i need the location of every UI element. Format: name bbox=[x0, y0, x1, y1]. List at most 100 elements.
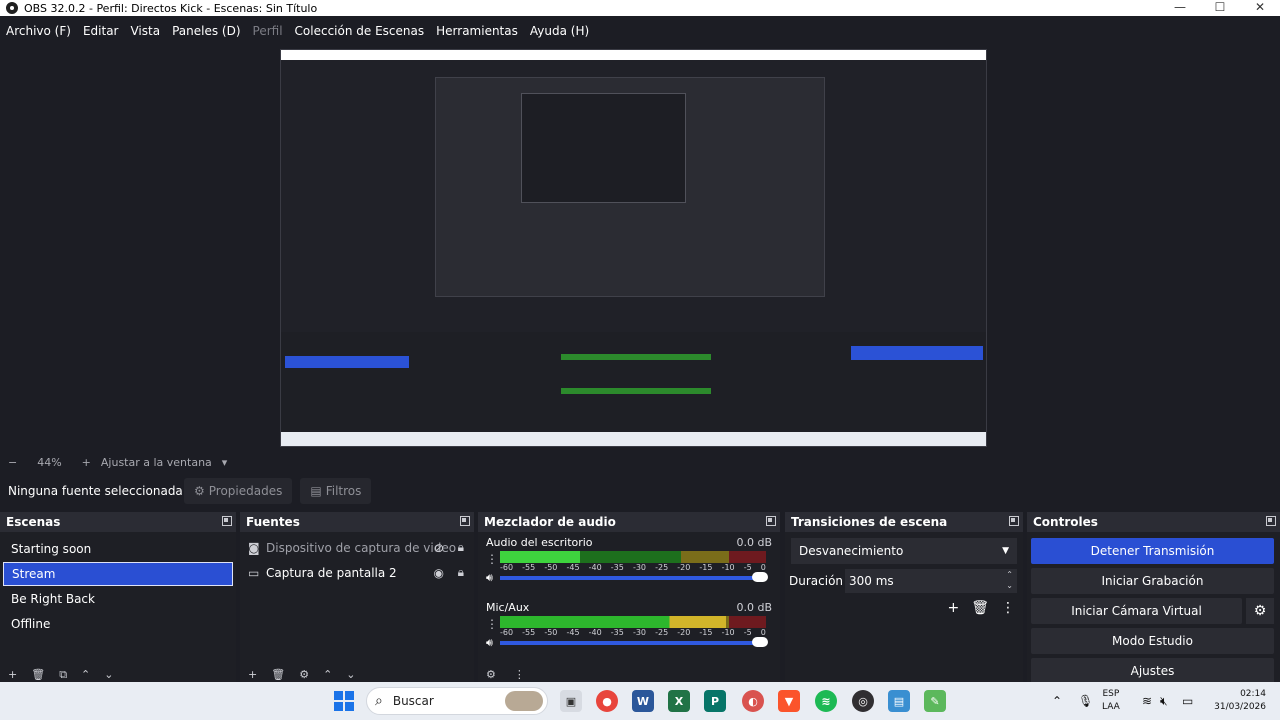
editor-icon[interactable]: ✎ bbox=[924, 690, 946, 712]
eye-icon[interactable]: ◉ bbox=[434, 566, 444, 580]
mixer-settings-icon[interactable]: ⚙ bbox=[486, 668, 496, 682]
word-icon[interactable]: W bbox=[632, 690, 654, 712]
move-source-down-button[interactable]: ⌄ bbox=[346, 668, 355, 682]
kebab-menu-icon[interactable]: ⋮ bbox=[1001, 600, 1015, 616]
meter-tick-label: -10 bbox=[721, 563, 735, 572]
spotify-icon[interactable]: ≋ bbox=[815, 690, 837, 712]
preview-nested-taskbar bbox=[281, 432, 986, 446]
maximize-button[interactable]: ☐ bbox=[1200, 0, 1240, 16]
menu-archivo[interactable]: Archivo (F) bbox=[6, 24, 71, 38]
menu-ayuda[interactable]: Ayuda (H) bbox=[530, 24, 589, 38]
trash-icon[interactable]: 🗑︎ bbox=[971, 600, 989, 616]
plus-icon[interactable]: + bbox=[947, 600, 959, 616]
menu-herramientas[interactable]: Herramientas bbox=[436, 24, 518, 38]
properties-button[interactable]: ⚙ Propiedades bbox=[184, 478, 293, 504]
clock-time: 02:14 bbox=[1240, 689, 1266, 699]
spinner-icon[interactable]: ⌃ ⌄ bbox=[1006, 569, 1013, 591]
task-view-icon[interactable]: ▣ bbox=[560, 690, 582, 712]
settings-button[interactable]: Ajustes bbox=[1031, 658, 1274, 684]
microphone-icon[interactable]: 🎙︎ bbox=[1078, 682, 1093, 720]
source-label: Captura de pantalla 2 bbox=[266, 565, 397, 580]
add-scene-button[interactable]: + bbox=[8, 668, 17, 682]
obs-icon[interactable]: ◎ bbox=[852, 690, 874, 712]
lock-icon[interactable]: 🔒︎ bbox=[458, 540, 464, 555]
taskbar-search[interactable]: ⌕ Buscar bbox=[366, 687, 548, 715]
chrome-icon[interactable]: ● bbox=[596, 690, 618, 712]
remove-source-button[interactable]: 🗑 bbox=[271, 668, 285, 682]
battery-icon[interactable]: ▭ bbox=[1182, 682, 1193, 720]
source-properties-button[interactable]: ⚙ bbox=[299, 668, 309, 682]
tray-chevron-icon[interactable]: ⌃ bbox=[1052, 682, 1062, 720]
source-item-screen-capture[interactable]: ▭ Captura de pantalla 2 ◉ 🔒︎ bbox=[240, 560, 474, 585]
scene-item-starting-soon[interactable]: Starting soon bbox=[3, 537, 233, 561]
meter-tick-label: -30 bbox=[632, 563, 647, 572]
start-virtual-cam-button[interactable]: Iniciar Cámara Virtual bbox=[1031, 598, 1242, 624]
eye-slash-icon[interactable]: ⊘ bbox=[434, 541, 444, 555]
kebab-menu-icon[interactable]: ⋮ bbox=[486, 552, 500, 566]
remove-scene-button[interactable]: 🗑 bbox=[31, 668, 45, 682]
kebab-menu-icon[interactable]: ⋮ bbox=[514, 668, 525, 682]
zoom-out-button[interactable]: − bbox=[8, 456, 17, 469]
scene-item-be-right-back[interactable]: Be Right Back bbox=[3, 587, 233, 611]
meter-tick-label: -15 bbox=[699, 628, 713, 637]
slider-knob[interactable] bbox=[752, 637, 768, 647]
volume-slider[interactable] bbox=[500, 637, 768, 647]
excel-icon[interactable]: X bbox=[668, 690, 690, 712]
undock-icon[interactable] bbox=[1009, 516, 1019, 526]
clock[interactable]: 02:14 31/03/2026 bbox=[1206, 688, 1266, 714]
minimize-button[interactable]: — bbox=[1160, 0, 1200, 16]
lock-icon[interactable]: 🔒︎ bbox=[458, 565, 464, 580]
undock-icon[interactable] bbox=[1266, 516, 1276, 526]
chevron-down-icon: ▼ bbox=[1002, 546, 1009, 556]
move-scene-up-button[interactable]: ⌃ bbox=[81, 668, 90, 682]
duration-input[interactable]: 300 ms ⌃ ⌄ bbox=[845, 569, 1017, 593]
duration-value: 300 ms bbox=[849, 574, 894, 588]
speaker-icon[interactable]: 🔊︎ bbox=[486, 571, 500, 585]
filters-button[interactable]: ▤ Filtros bbox=[300, 478, 372, 504]
slider-knob[interactable] bbox=[752, 572, 768, 582]
app-icon[interactable]: ◐ bbox=[742, 690, 764, 712]
gear-icon[interactable]: ⚙ bbox=[1246, 598, 1274, 624]
scene-item-offline[interactable]: Offline bbox=[3, 612, 233, 636]
screen-tool-icon[interactable]: ▤ bbox=[888, 690, 910, 712]
undock-icon[interactable] bbox=[222, 516, 232, 526]
undock-icon[interactable] bbox=[460, 516, 470, 526]
source-item-video-capture[interactable]: ◙ Dispositivo de captura de video ⊘ 🔒︎ bbox=[240, 535, 474, 560]
add-source-button[interactable]: + bbox=[248, 668, 257, 682]
move-scene-down-button[interactable]: ⌄ bbox=[104, 668, 113, 682]
channel-db: 0.0 dB bbox=[736, 601, 772, 614]
chevron-down-icon[interactable]: ▾ bbox=[222, 456, 228, 469]
wifi-icon[interactable]: ≋ bbox=[1142, 682, 1152, 720]
mixer-channel-mic: Mic/Aux 0.0 dB ⋮ -60 -55 -50 -45 -40 -35 -30 -2… bbox=[478, 597, 780, 661]
zoom-in-button[interactable]: + bbox=[82, 456, 91, 469]
publisher-icon[interactable]: P bbox=[704, 690, 726, 712]
move-source-up-button[interactable]: ⌃ bbox=[323, 668, 332, 682]
studio-mode-button[interactable]: Modo Estudio bbox=[1031, 628, 1274, 654]
kebab-menu-icon[interactable]: ⋮ bbox=[486, 617, 500, 631]
menu-perfil[interactable]: Perfil bbox=[253, 24, 283, 38]
duration-label: Duración bbox=[789, 574, 844, 588]
volume-slider[interactable] bbox=[500, 572, 768, 582]
start-recording-button[interactable]: Iniciar Grabación bbox=[1031, 568, 1274, 594]
menu-coleccion-escenas[interactable]: Colección de Escenas bbox=[295, 24, 425, 38]
transition-select[interactable]: Desvanecimiento ▼ bbox=[791, 538, 1017, 564]
stop-stream-button[interactable]: Detener Transmisión bbox=[1031, 538, 1274, 564]
scenes-dock: Escenas Starting soon Stream Be Right Ba… bbox=[0, 512, 236, 682]
speaker-icon[interactable]: 🔊︎ bbox=[486, 636, 500, 650]
menu-paneles[interactable]: Paneles (D) bbox=[172, 24, 240, 38]
undock-icon[interactable] bbox=[766, 516, 776, 526]
volume-meter: -60 -55 -50 -45 -40 -35 -30 -25 -20 -15 -10 -5 0 bbox=[500, 616, 766, 637]
brave-icon[interactable]: ▼ bbox=[778, 690, 800, 712]
menu-editar[interactable]: Editar bbox=[83, 24, 119, 38]
source-label: Dispositivo de captura de video bbox=[266, 540, 457, 555]
language-indicator[interactable]: ESP LAA bbox=[1102, 688, 1120, 714]
menu-vista[interactable]: Vista bbox=[130, 24, 160, 38]
scene-item-stream[interactable]: Stream bbox=[3, 562, 233, 586]
scenes-footer: + 🗑 ⧉ ⌃ ⌄ bbox=[0, 668, 236, 682]
windows-start-icon[interactable] bbox=[334, 691, 354, 711]
fit-window-label[interactable]: Ajustar a la ventana bbox=[101, 456, 212, 469]
speaker-muted-icon[interactable]: 🔇︎ bbox=[1160, 682, 1168, 720]
program-preview[interactable] bbox=[280, 49, 987, 447]
close-button[interactable]: ✕ bbox=[1240, 0, 1280, 16]
scene-filters-button[interactable]: ⧉ bbox=[59, 668, 67, 682]
